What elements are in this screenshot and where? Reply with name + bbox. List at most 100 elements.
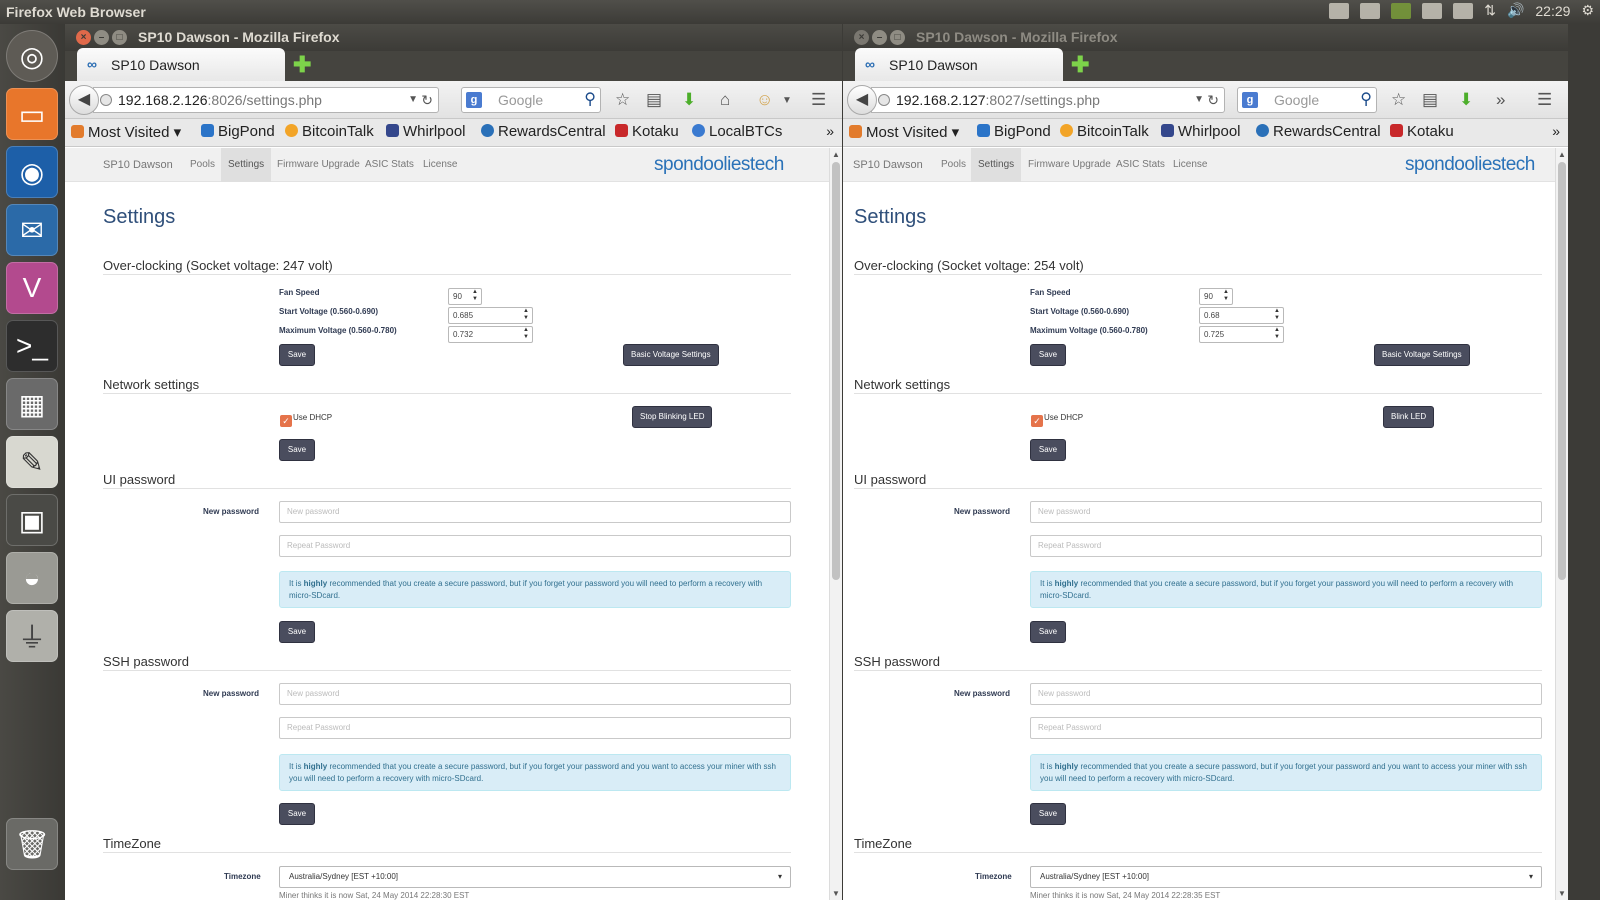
bookmark-whirlpool[interactable]: Whirlpool [386,123,466,140]
scrollbar[interactable]: ▲ ▼ [829,148,842,900]
ssh-new-password-input[interactable]: New password [1030,683,1542,705]
more-bookmarks-icon[interactable]: » [1552,123,1560,139]
nav-settings[interactable]: Settings [221,148,272,182]
maximize-window-button[interactable]: □ [112,30,127,45]
clock[interactable]: 22:29 [1535,3,1570,19]
nav-home[interactable]: SP10 Dawson [96,148,180,182]
reload-icon[interactable]: ↻ [1207,88,1219,112]
url-dropdown-icon[interactable]: ▼ [1194,88,1204,112]
mail-icon[interactable] [1422,2,1443,19]
scroll-down-icon[interactable]: ▼ [1558,889,1566,898]
bookmark-most-visited[interactable]: Most Visited ▾ [71,123,181,141]
minimize-window-button[interactable]: – [94,30,109,45]
overflow-icon[interactable]: » [1496,90,1505,110]
max-voltage-input[interactable]: 0.725 ▲ ▼ [1199,326,1284,343]
url-dropdown-icon[interactable]: ▼ [408,88,418,112]
save-network-button[interactable]: Save [279,439,315,461]
url-bar[interactable]: 192.168.2.127:8027/settings.php ▼ ↻ [871,87,1225,113]
save-ui-password-button[interactable]: Save [1030,621,1066,643]
calculator-icon[interactable]: ▦ [6,378,58,430]
maximize-window-button[interactable]: □ [890,30,905,45]
fan-speed-input[interactable]: 90 ▲ ▼ [448,288,482,305]
spinner-arrows-icon[interactable]: ▲ ▼ [1223,289,1229,303]
bookmark-rewardscentral[interactable]: RewardsCentral [1256,123,1381,140]
usb-icon[interactable]: ⏚ [6,610,58,662]
spinner-arrows-icon[interactable]: ▲ ▼ [1274,327,1280,341]
display-icon[interactable] [1360,2,1381,19]
brand-logo[interactable]: spondooliestech [654,154,784,176]
spinner-arrows-icon[interactable]: ▲ ▼ [523,308,529,322]
thunderbird-icon[interactable]: ✉ [6,204,58,256]
disk-icon[interactable]: ◒ [6,552,58,604]
blink-led-button[interactable]: Stop Blinking LED [632,406,713,428]
scroll-thumb[interactable] [832,162,840,580]
bookmarks-menu-icon[interactable]: ▤ [1422,90,1438,110]
ubuntu-dash-icon[interactable]: ◎ [6,30,58,82]
downloads-icon[interactable]: ⬇ [1459,90,1473,110]
home-icon[interactable]: ⌂ [720,90,730,110]
start-voltage-input[interactable]: 0.68 ▲ ▼ [1199,307,1284,324]
bookmark-kotaku[interactable]: Kotaku [1390,123,1454,140]
search-icon[interactable]: ⚲ [584,88,596,112]
nav-firmware[interactable]: Firmware Upgrade [270,148,367,182]
browser-tab[interactable]: ∞ SP10 Dawson [855,48,1063,81]
scroll-down-icon[interactable]: ▼ [832,889,840,898]
save-ssh-password-button[interactable]: Save [1030,803,1066,825]
ui-new-password-input[interactable]: New password [1030,501,1542,523]
timezone-select[interactable]: Australia/Sydney [EST +10:00] ▾ [1030,866,1542,888]
bookmark-bitcointalk[interactable]: BitcoinTalk [1060,123,1149,140]
scroll-up-icon[interactable]: ▲ [832,150,840,159]
addon-icon[interactable]: ☺ [756,90,773,110]
dropbox-icon[interactable] [1329,2,1350,19]
save-ui-password-button[interactable]: Save [279,621,315,643]
update-icon[interactable] [1391,2,1412,19]
ui-repeat-password-input[interactable]: Repeat Password [1030,535,1542,557]
close-window-button[interactable]: × [854,30,869,45]
addon-dropdown-icon[interactable]: ▼ [782,95,792,106]
gear-icon[interactable]: ⚙ [1581,2,1594,19]
vlc-icon[interactable]: V [6,262,58,314]
basic-voltage-settings-button[interactable]: Basic Voltage Settings [1374,344,1470,366]
nav-asic-stats[interactable]: ASIC Stats [358,148,421,182]
files-icon[interactable]: ▭ [6,88,58,140]
menu-icon[interactable]: ☰ [1537,90,1552,110]
text-editor-icon[interactable]: ✎ [6,436,58,488]
search-icon[interactable]: ⚲ [1360,88,1372,112]
close-window-button[interactable]: × [76,30,91,45]
menu-icon[interactable]: ☰ [811,90,826,110]
back-button[interactable]: ◀ [69,85,99,115]
nav-pools[interactable]: Pools [934,148,973,182]
ssh-repeat-password-input[interactable]: Repeat Password [1030,717,1542,739]
blink-led-button[interactable]: Blink LED [1383,406,1435,428]
ui-repeat-password-input[interactable]: Repeat Password [279,535,791,557]
spinner-arrows-icon[interactable]: ▲ ▼ [1274,308,1280,322]
search-bar[interactable]: g Google ⚲ [1237,87,1377,113]
bookmark-most-visited[interactable]: Most Visited ▾ [849,123,959,141]
back-button[interactable]: ◀ [847,85,877,115]
use-dhcp-checkbox[interactable]: ✓ [280,415,292,427]
save-overclock-button[interactable]: Save [1030,344,1066,366]
network-icon[interactable]: ⇅ [1484,2,1496,19]
new-tab-icon[interactable]: ✚ [1071,52,1089,78]
bookmark-localbtcs[interactable]: LocalBTCs [692,123,782,140]
url-bar[interactable]: 192.168.2.126:8026/settings.php ▼ ↻ [93,87,439,113]
nav-pools[interactable]: Pools [183,148,222,182]
bookmarks-menu-icon[interactable]: ▤ [646,90,662,110]
minimize-window-button[interactable]: – [872,30,887,45]
bookmark-star-icon[interactable]: ☆ [1391,90,1406,110]
bookmark-star-icon[interactable]: ☆ [615,90,630,110]
brand-logo[interactable]: spondooliestech [1405,154,1535,176]
site-identity-icon[interactable] [878,94,890,106]
scrollbar[interactable]: ▲ ▼ [1555,148,1568,900]
spinner-arrows-icon[interactable]: ▲ ▼ [523,327,529,341]
bookmark-kotaku[interactable]: Kotaku [615,123,679,140]
use-dhcp-checkbox[interactable]: ✓ [1031,415,1043,427]
workspace-icon[interactable]: ▣ [6,494,58,546]
downloads-icon[interactable]: ⬇ [682,90,696,110]
bookmark-bigpond[interactable]: BigPond [201,123,275,140]
ssh-new-password-input[interactable]: New password [279,683,791,705]
scroll-thumb[interactable] [1558,162,1566,580]
bookmark-bigpond[interactable]: BigPond [977,123,1051,140]
bookmark-bitcointalk[interactable]: BitcoinTalk [285,123,374,140]
ui-new-password-input[interactable]: New password [279,501,791,523]
